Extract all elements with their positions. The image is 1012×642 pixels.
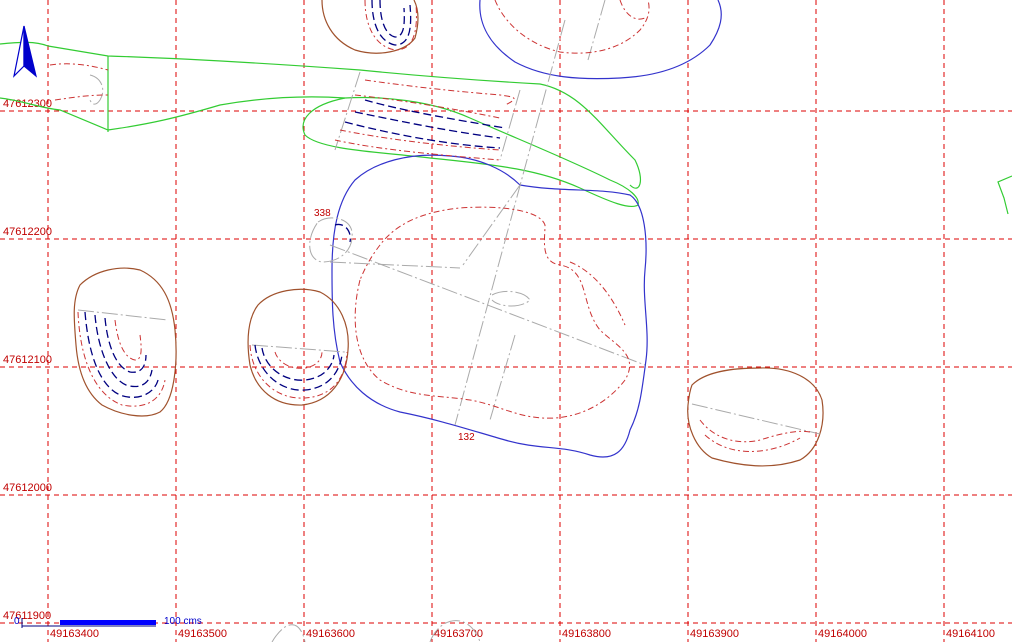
grid-x-label: 49163600 [306,628,355,640]
contour-right-1 [699,419,811,443]
grid-x-label: 49163800 [562,628,611,640]
ref-line-vert-2 [587,0,606,61]
grid-y-label: 47612100 [3,354,52,366]
dark-contour-top-1 [371,0,412,46]
grid-y-labels: 47612300 47612200 47612100 47612000 4761… [3,98,52,622]
brown-mid-outline [247,288,349,406]
grid-y-label: 47612000 [3,482,52,494]
ref-arc-mid [491,290,531,307]
grid-y-label: 47612200 [3,226,52,238]
contour-main-inner-2 [569,261,626,326]
contour-left-top [49,63,109,71]
ref-line-upper-1 [334,71,361,151]
feature-label-338: 338 [314,208,331,219]
dark-contour-top-2 [379,0,405,38]
grid-x-labels: 49163400 49163500 49163600 49163700 4916… [50,628,995,640]
dark-contour-left-1 [84,311,159,398]
scale-bar-zero-label: 0 [14,616,20,627]
survey-map: 49163400 49163500 49163600 49163700 4916… [0,0,1012,642]
ref-line-vert-4 [489,334,516,421]
dark-contour-mid-2 [261,347,335,381]
dark-contours [84,0,506,398]
ref-line-left-1 [77,309,169,321]
dark-contour-band-1 [354,111,501,139]
brown-right-outline [687,367,824,467]
ref-arc-top [89,74,104,105]
ref-line-upper-2 [499,89,521,161]
small-contour-mid-inner [274,351,323,369]
blue-top-outline [479,0,722,80]
contour-top-1 [494,0,650,54]
ref-line-right-1 [691,403,821,435]
scale-bar-label: 100 cms [164,616,202,627]
grid-x-label: 49164100 [946,628,995,640]
reference-lines [77,0,821,642]
grid-x-label: 49164000 [818,628,867,640]
brown-outlines [73,0,824,467]
small-contour-left-inner [114,319,142,361]
ref-line-mid-1 [251,344,346,353]
grid-x-label: 49163900 [690,628,739,640]
contour-band-1 [364,79,515,106]
ref-circle-338 [309,217,353,263]
north-arrow-icon [13,25,38,78]
ref-line-diag-2 [329,261,461,269]
ref-line-vert-1 [454,19,566,426]
ref-line-vert-3 [462,184,521,266]
dark-contour-left-3 [104,317,147,373]
small-feature-contours [77,0,417,407]
green-edge-right [997,175,1012,215]
feature-label-132: 132 [458,432,475,443]
grid-x-label: 49163400 [50,628,99,640]
contour-top-2 [619,0,646,20]
grid-x-label: 49163500 [178,628,227,640]
small-contour-left [77,311,166,407]
north-arrow-left-half [13,25,25,78]
green-outline [0,41,1012,215]
contour-band-3 [339,129,501,151]
contour-right-2 [704,434,801,452]
scale-bar-fill [60,620,156,625]
green-band-left [0,41,642,189]
ref-arc-bottom-1 [271,624,306,642]
blue-outlines [331,0,722,458]
grid-y-label: 47611900 [3,610,51,622]
north-arrow-right-half [23,25,38,78]
brown-top-outline [321,0,419,54]
grid-x-label: 49163700 [434,628,483,640]
red-contours [49,0,811,452]
